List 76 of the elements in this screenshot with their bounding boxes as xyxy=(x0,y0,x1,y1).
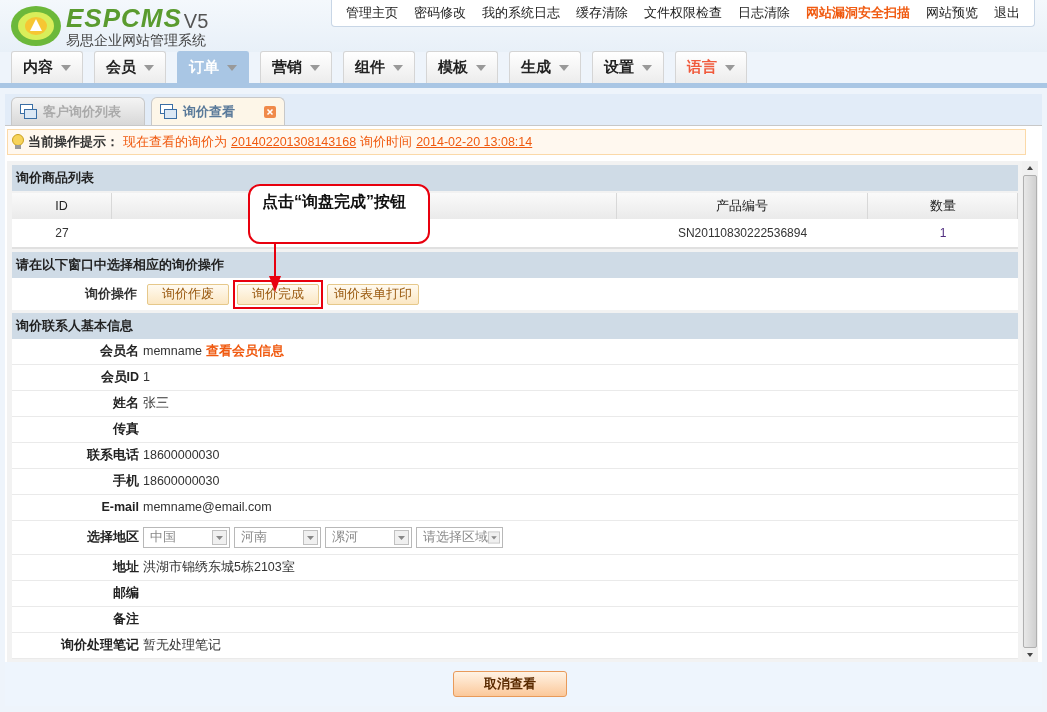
region-select[interactable]: 中国 xyxy=(143,527,230,548)
dropdown-icon xyxy=(303,530,318,545)
caret-icon xyxy=(144,64,154,71)
section-header: 询价联系人基本信息 xyxy=(12,313,1018,339)
section-header: 询价商品列表 xyxy=(12,165,1018,191)
top-link[interactable]: 缓存清除 xyxy=(568,3,636,23)
nav-tab[interactable]: 设置 xyxy=(592,51,664,83)
top-link[interactable]: 网站预览 xyxy=(918,3,986,23)
notice-text: 现在查看的询价为 xyxy=(123,133,227,151)
window-icon xyxy=(160,104,177,119)
logo-icon xyxy=(10,5,62,47)
logo-name: ESPCMS xyxy=(66,5,182,31)
caret-icon xyxy=(227,64,237,71)
field-label: 选择地区 xyxy=(86,529,140,547)
field-label: 备注 xyxy=(112,611,140,629)
logo-version: V5 xyxy=(183,11,209,31)
field-label: 会员ID xyxy=(99,369,140,387)
top-link[interactable]: 日志清除 xyxy=(730,3,798,23)
action-button[interactable]: 询价作废 xyxy=(147,283,229,305)
caret-icon xyxy=(310,64,320,71)
table-cell-text: 1 xyxy=(938,225,948,242)
field-label: 联系电话 xyxy=(86,447,140,465)
nav-tab[interactable]: 内容 xyxy=(11,51,83,83)
field-value: 洪湖市锦绣东城5栋2103室 xyxy=(143,559,295,577)
caret-icon xyxy=(61,64,71,71)
notice-label: 当前操作提示： xyxy=(28,133,119,151)
cancel-button[interactable]: 取消查看 xyxy=(452,671,567,697)
notice-text: 询价时间 xyxy=(360,133,413,151)
table-cell-text: 27 xyxy=(54,225,70,242)
field-label: 姓名 xyxy=(112,395,140,413)
window-icon xyxy=(20,104,37,119)
field-value: 18600000030 xyxy=(143,473,220,491)
region-select[interactable]: 请选择区域 xyxy=(416,527,503,548)
nav-tab[interactable]: 模板 xyxy=(426,51,498,83)
lightbulb-icon xyxy=(12,134,24,150)
dropdown-icon xyxy=(394,530,409,545)
field-value: 张三 xyxy=(143,395,169,413)
field-label: 会员名 xyxy=(99,343,140,361)
nav-tab[interactable]: 会员 xyxy=(94,51,166,83)
logo-subtitle: 易思企业网站管理系统 xyxy=(66,33,207,47)
section-header: 请在以下窗口中选择相应的询价操作 xyxy=(12,252,1018,278)
caret-icon xyxy=(393,64,403,71)
scrollbar[interactable] xyxy=(1022,161,1038,662)
top-link[interactable]: 文件权限检查 xyxy=(636,3,730,23)
field-label: 邮编 xyxy=(112,585,140,603)
field-label: E-mail xyxy=(100,499,140,517)
field-value: 18600000030 xyxy=(143,447,220,465)
page-tab[interactable]: 询价查看 xyxy=(151,97,285,125)
top-link[interactable]: 我的系统日志 xyxy=(474,3,568,23)
nav-tab[interactable]: 营销 xyxy=(260,51,332,83)
top-link[interactable]: 密码修改 xyxy=(406,3,474,23)
top-link[interactable]: 退出 xyxy=(986,3,1028,23)
caret-icon xyxy=(642,64,652,71)
action-button[interactable]: 询价表单打印 xyxy=(327,283,419,305)
field-label: 询价操作 xyxy=(83,285,138,303)
dropdown-icon xyxy=(212,530,227,545)
caret-icon xyxy=(476,64,486,71)
table-cell-text: SN20110830222536894 xyxy=(676,225,809,242)
nav-tab[interactable]: 组件 xyxy=(343,51,415,83)
caret-icon xyxy=(725,64,735,71)
field-value: memname@email.com xyxy=(143,499,272,517)
field-value: 暂无处理笔记 xyxy=(143,637,221,655)
field-value: memname xyxy=(143,343,203,361)
region-select[interactable]: 漯河 xyxy=(325,527,412,548)
caret-icon xyxy=(559,64,569,71)
nav-tab[interactable]: 生成 xyxy=(509,51,581,83)
dropdown-icon xyxy=(488,530,500,545)
callout: 点击“询盘完成”按钮 xyxy=(248,184,430,244)
action-button[interactable]: 询价完成 xyxy=(237,283,319,305)
field-label: 询价处理笔记 xyxy=(59,637,140,655)
field-label: 手机 xyxy=(112,473,140,491)
field-label: 地址 xyxy=(111,559,140,577)
region-select[interactable]: 河南 xyxy=(234,527,321,548)
top-link[interactable]: 管理主页 xyxy=(338,3,406,23)
field-value: 1 xyxy=(143,369,150,387)
field-label: 传真 xyxy=(111,421,140,439)
